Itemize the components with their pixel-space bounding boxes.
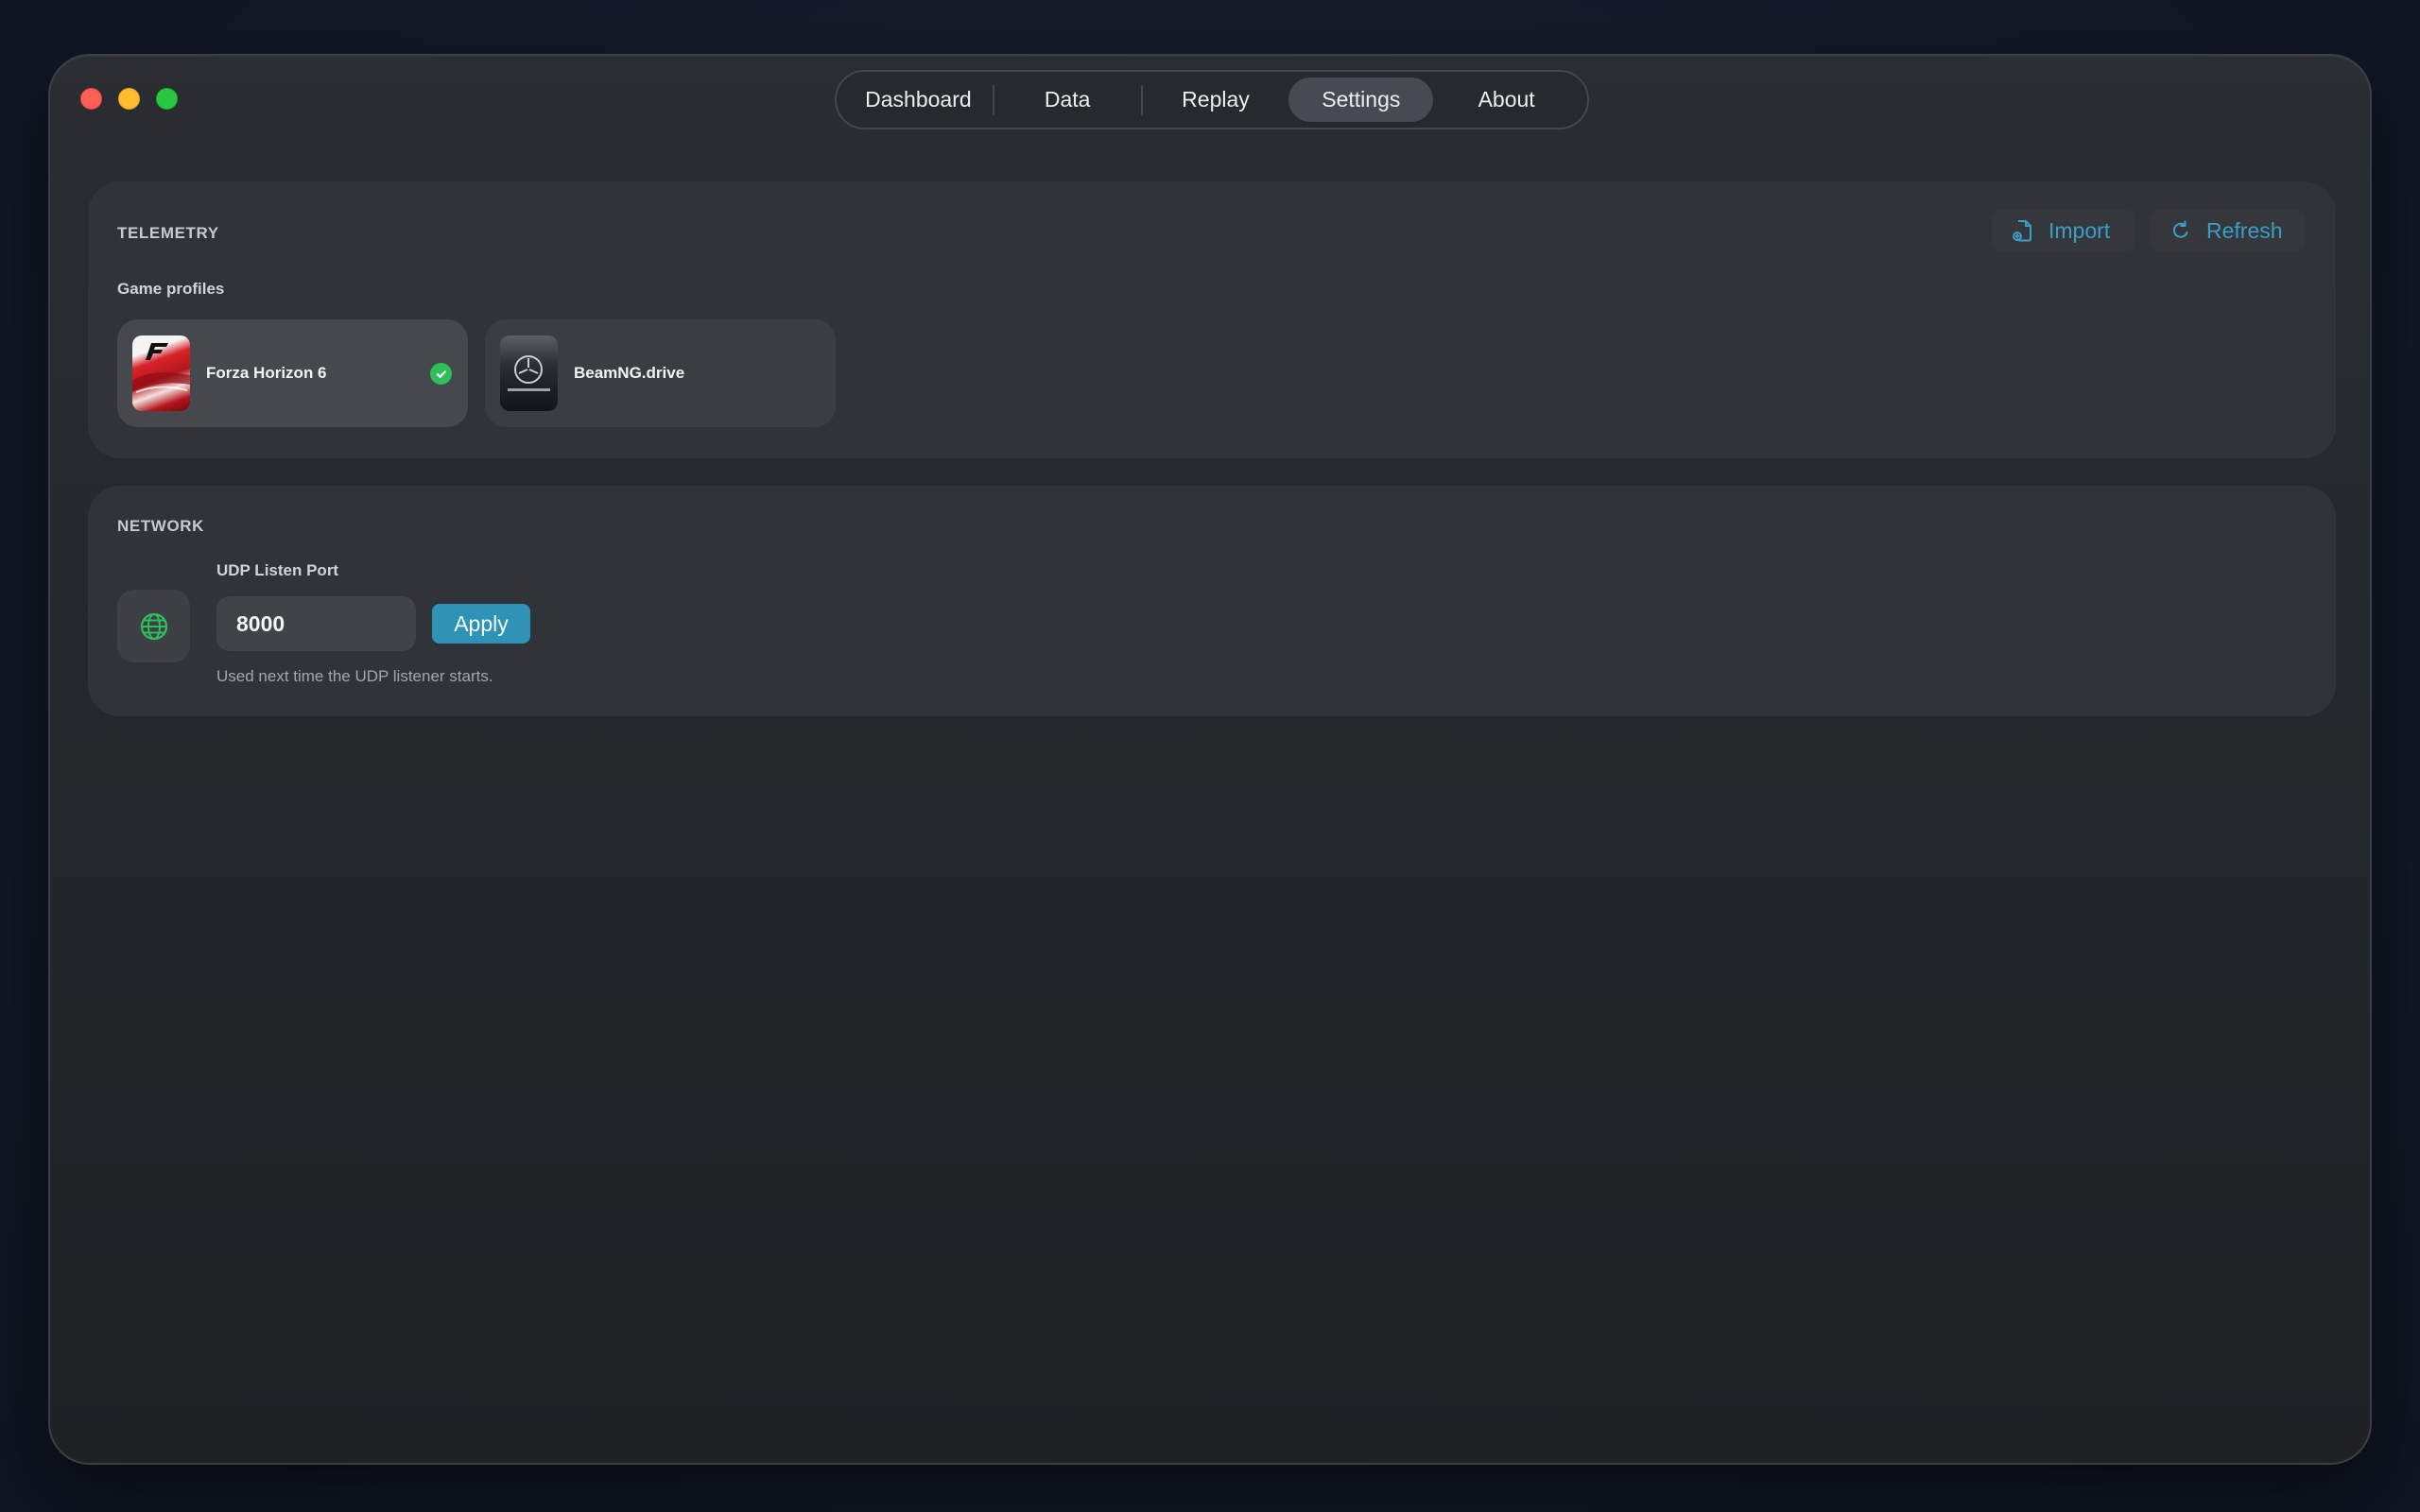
telemetry-panel: TELEMETRY Import Refresh Game profiles F…	[88, 181, 2336, 458]
minimize-window-button[interactable]	[118, 88, 140, 110]
close-window-button[interactable]	[80, 88, 102, 110]
desktop-background: Dashboard Data Replay Settings About TEL…	[0, 0, 2420, 1512]
profile-name: BeamNG.drive	[574, 364, 685, 382]
main-tab-bar: Dashboard Data Replay Settings About	[835, 70, 1589, 129]
forza-horizon-cover-icon	[132, 335, 190, 411]
telemetry-section-title: TELEMETRY	[117, 224, 219, 242]
network-panel: NETWORK UDP Listen Port Apply Used next …	[88, 486, 2336, 716]
refresh-button[interactable]: Refresh	[2150, 210, 2306, 251]
tab-about[interactable]: About	[1433, 77, 1580, 122]
apply-button[interactable]: Apply	[432, 604, 530, 644]
tab-settings[interactable]: Settings	[1288, 77, 1434, 122]
zoom-window-button[interactable]	[156, 88, 178, 110]
profile-name: Forza Horizon 6	[206, 364, 327, 382]
globe-icon	[140, 612, 167, 640]
tab-dashboard[interactable]: Dashboard	[844, 77, 993, 122]
app-window: Dashboard Data Replay Settings About TEL…	[48, 54, 2372, 1465]
refresh-icon	[2172, 220, 2188, 238]
port-hint-text: Used next time the UDP listener starts.	[216, 667, 493, 685]
import-file-icon	[2013, 220, 2031, 242]
network-section-title: NETWORK	[117, 517, 205, 535]
game-profiles-label: Game profiles	[117, 280, 225, 298]
import-button[interactable]: Import	[1992, 210, 2135, 251]
profile-card-beamng-drive[interactable]: BeamNG.drive	[485, 319, 836, 427]
tab-replay[interactable]: Replay	[1143, 77, 1289, 122]
udp-port-input[interactable]	[216, 596, 416, 651]
profile-card-forza-horizon-6[interactable]: Forza Horizon 6	[117, 319, 468, 427]
udp-port-label: UDP Listen Port	[216, 561, 339, 579]
globe-icon-container	[117, 590, 190, 662]
window-controls	[80, 88, 178, 110]
import-label: Import	[2048, 217, 2111, 243]
refresh-label: Refresh	[2206, 217, 2283, 243]
beamng-cover-icon	[500, 335, 558, 411]
tab-data[interactable]: Data	[994, 77, 1141, 122]
selected-check-icon	[430, 363, 452, 385]
